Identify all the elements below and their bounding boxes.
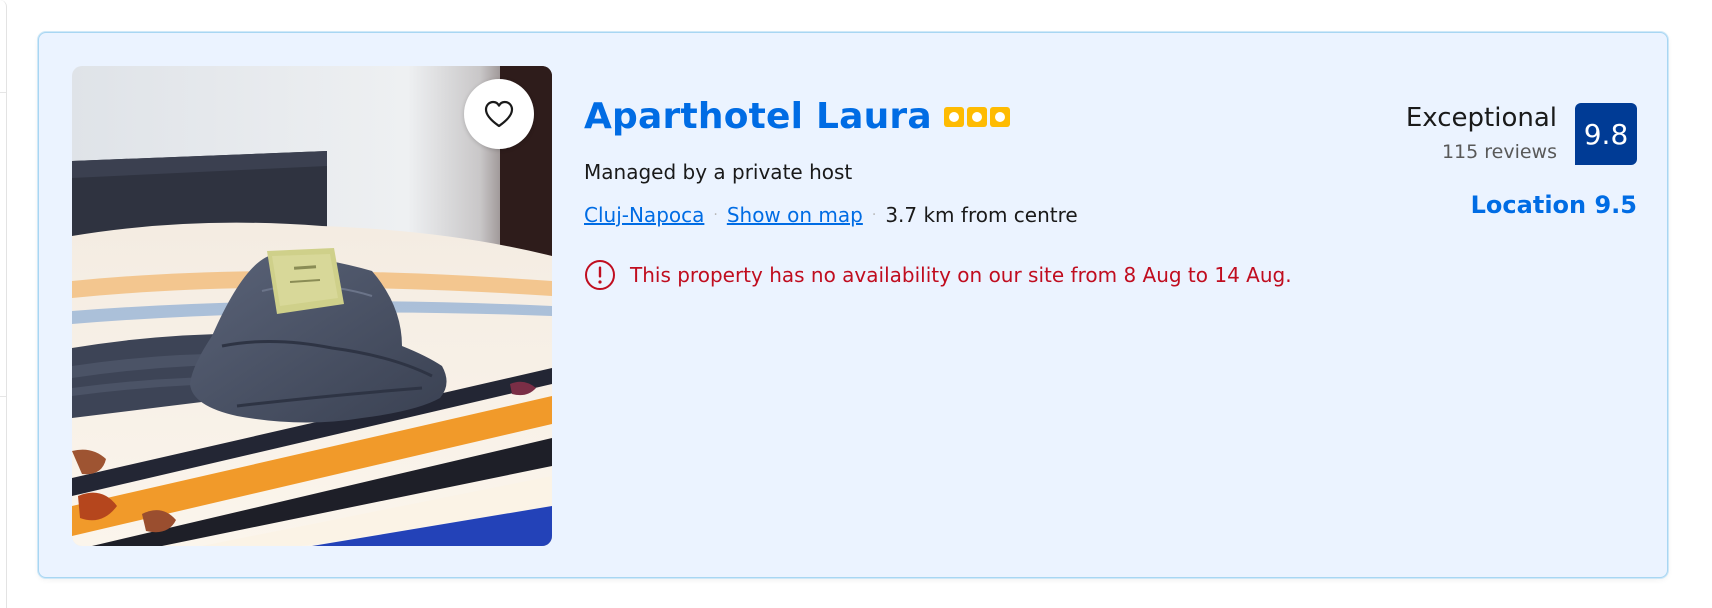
availability-warning: This property has no availability on our… [584, 259, 1292, 291]
distance-from-centre: 3.7 km from centre [885, 203, 1078, 227]
host-type: Managed by a private host [584, 160, 853, 184]
title-row: Aparthotel Laura [584, 99, 1010, 135]
divider [0, 396, 6, 397]
star-rating [943, 107, 1010, 127]
adjacent-panel-edge [0, 0, 7, 608]
separator-dot: · [713, 207, 718, 223]
square-star-icon [989, 107, 1010, 127]
show-on-map-link[interactable]: Show on map [727, 203, 863, 227]
square-star-icon [943, 107, 964, 127]
square-star-icon [966, 107, 987, 127]
divider [0, 92, 6, 93]
review-score-badge: 9.8 [1575, 103, 1637, 165]
heart-outline-icon [484, 100, 514, 128]
availability-warning-text: This property has no availability on our… [630, 263, 1292, 287]
exclamation-circle-icon [585, 260, 615, 290]
property-card: Aparthotel Laura Managed by a private ho… [38, 32, 1668, 578]
review-count: 115 reviews [1441, 141, 1557, 163]
property-name-link[interactable]: Aparthotel Laura [584, 99, 932, 135]
location-score: Location 9.5 [1470, 191, 1637, 219]
separator-dot: · [871, 207, 877, 223]
city-link[interactable]: Cluj-Napoca [584, 203, 704, 227]
location-row: Cluj-Napoca · Show on map · 3.7 km from … [584, 203, 1078, 227]
rating-word: Exceptional [1405, 103, 1557, 133]
save-to-favorites-button[interactable] [464, 79, 534, 149]
review-score-block[interactable]: Exceptional 115 reviews 9.8 Location 9.5 [1307, 103, 1637, 219]
